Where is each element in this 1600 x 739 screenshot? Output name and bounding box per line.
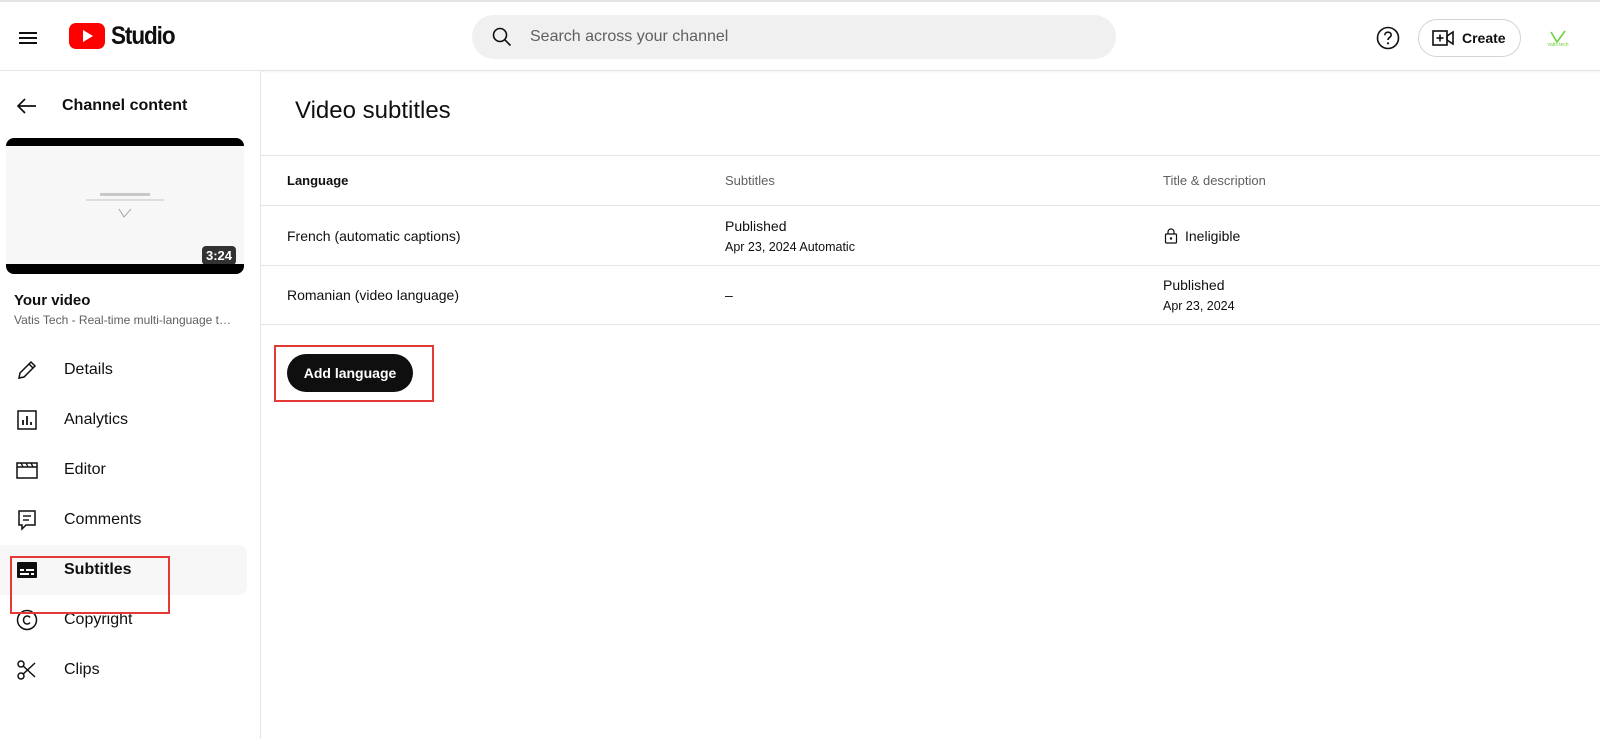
your-video-label: Your video: [14, 292, 91, 309]
title-desc-status: Ineligible: [1185, 227, 1241, 244]
sidebar-item-editor[interactable]: Editor: [0, 445, 247, 495]
title-desc-detail: Apr 23, 2024: [1163, 299, 1235, 313]
row-subtitles: Published Apr 23, 2024 Automatic: [725, 206, 855, 265]
sidebar-item-label: Comments: [64, 511, 142, 528]
language-name: French (automatic captions): [287, 227, 461, 244]
sidebar-item-label: Details: [64, 361, 113, 378]
clapperboard-icon: [16, 462, 38, 479]
lock-icon: [1164, 228, 1178, 244]
language-name: Romanian (video language): [287, 287, 459, 303]
row-subtitles: –: [725, 266, 733, 324]
create-button[interactable]: Create: [1418, 19, 1521, 57]
logo-text: Studio: [111, 21, 176, 50]
back-arrow-icon: [16, 98, 36, 114]
row-language: French (automatic captions): [287, 206, 461, 265]
thumbnail-text-line: [100, 193, 150, 196]
comment-icon: [18, 510, 36, 531]
table-row[interactable]: Romanian (video language) – Published Ap…: [261, 265, 1600, 325]
sidebar-item-comments[interactable]: Comments: [0, 495, 247, 545]
sidebar-item-clips[interactable]: Clips: [0, 645, 247, 695]
subtitles-status: Published: [725, 217, 787, 234]
sidebar-item-copyright[interactable]: Copyright: [0, 595, 247, 645]
copyright-icon: [16, 609, 38, 631]
studio-logo[interactable]: Studio: [69, 20, 182, 52]
main-content: Video subtitles Language Subtitles Title…: [261, 71, 1600, 739]
analytics-icon: [17, 410, 37, 430]
avatar-text: vatis tech: [1547, 42, 1569, 48]
table-header-row: Language Subtitles Title & description: [261, 155, 1600, 205]
sidebar-item-details[interactable]: Details: [0, 345, 247, 395]
avatar[interactable]: vatis tech: [1541, 22, 1575, 56]
row-title-description: Ineligible: [1163, 206, 1240, 265]
sidebar-item-label: Copyright: [64, 611, 133, 628]
video-title: Vatis Tech - Real-time multi-language tr…: [14, 313, 234, 327]
youtube-play-icon: [69, 23, 105, 49]
subtitles-detail: Apr 23, 2024 Automatic: [725, 239, 855, 254]
sidebar: Channel content 3:24 Your video Vatis Te…: [0, 71, 261, 739]
create-video-icon: [1432, 30, 1454, 46]
column-header-title-description: Title & description: [1163, 173, 1266, 188]
video-duration: 3:24: [201, 246, 236, 265]
back-label: Channel content: [62, 97, 188, 114]
pencil-icon: [18, 360, 37, 379]
sidebar-item-analytics[interactable]: Analytics: [0, 395, 247, 445]
subtitles-table: Language Subtitles Title & description F…: [261, 155, 1600, 325]
back-to-channel-content[interactable]: Channel content: [0, 86, 260, 126]
ineligible-status: Ineligible: [1163, 227, 1240, 244]
search-bar[interactable]: [472, 15, 1116, 59]
thumbnail-logo-icon: [118, 208, 132, 218]
sidebar-item-label: Analytics: [64, 411, 129, 428]
sidebar-item-label: Editor: [64, 461, 106, 478]
sidebar-item-label: Clips: [64, 661, 100, 678]
video-thumbnail[interactable]: 3:24: [6, 138, 244, 274]
create-label: Create: [1462, 30, 1506, 46]
page-title: Video subtitles: [295, 97, 451, 124]
table-row[interactable]: French (automatic captions) Published Ap…: [261, 205, 1600, 265]
top-bar: Studio Create vatis tech: [0, 0, 1600, 71]
add-language-button[interactable]: Add language: [287, 354, 413, 392]
help-icon[interactable]: [1375, 25, 1401, 51]
row-title-description: Published Apr 23, 2024: [1163, 266, 1235, 324]
subtitles-icon: [17, 562, 37, 578]
column-header-subtitles: Subtitles: [725, 173, 775, 188]
thumbnail-text-line: [86, 199, 164, 201]
search-icon[interactable]: [490, 25, 514, 49]
hamburger-menu-icon[interactable]: [16, 26, 40, 50]
row-language: Romanian (video language): [287, 266, 459, 324]
sidebar-item-subtitles[interactable]: Subtitles: [0, 545, 247, 595]
search-input[interactable]: [530, 28, 1070, 46]
sidebar-item-label: Subtitles: [64, 561, 132, 578]
title-desc-status: Published: [1163, 277, 1225, 293]
column-header-language: Language: [287, 173, 349, 188]
scissors-icon: [17, 660, 36, 680]
subtitles-status: –: [725, 287, 733, 303]
